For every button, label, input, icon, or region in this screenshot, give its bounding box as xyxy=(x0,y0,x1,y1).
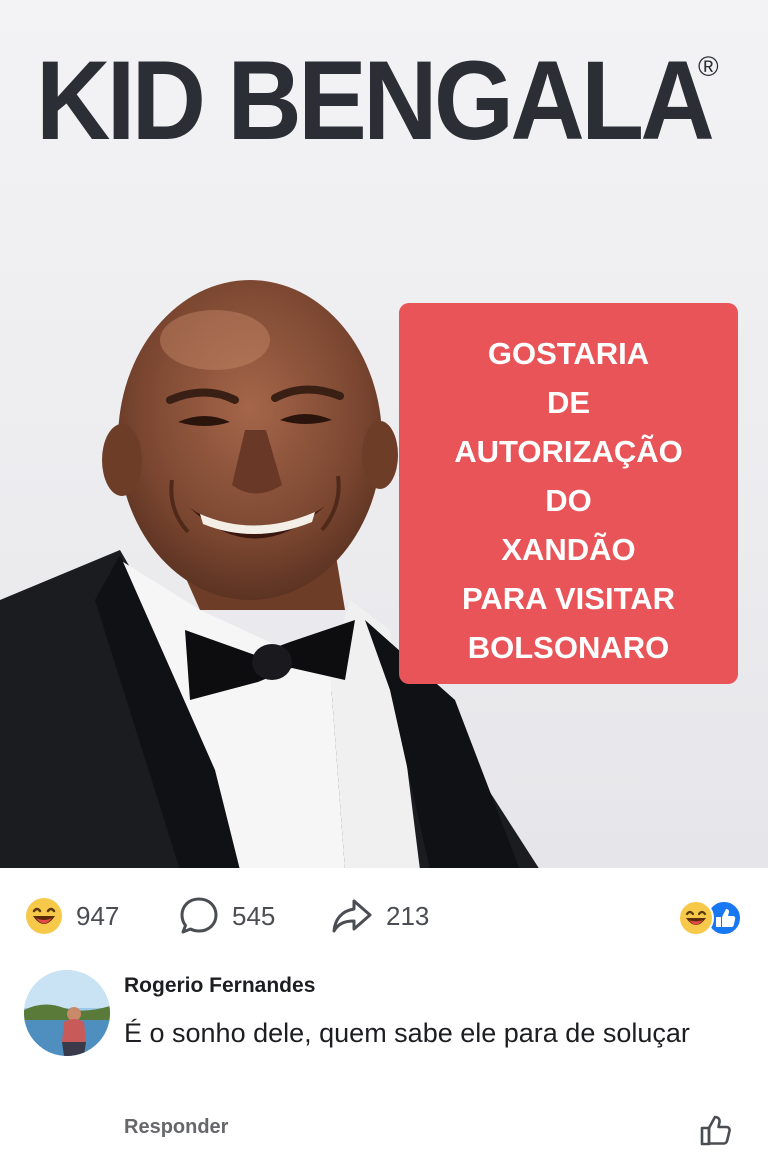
message-line: AUTORIZAÇÃO xyxy=(454,434,683,469)
reactions-count: 947 xyxy=(76,900,120,931)
comment-author[interactable]: Rogerio Fernandes xyxy=(124,974,315,998)
message-line: BOLSONARO xyxy=(467,630,670,665)
post-image[interactable]: KID BENGALA ® GOSTARIA DE AUTORIZAÇÃO DO… xyxy=(0,0,768,868)
reactions-button[interactable]: 947 xyxy=(24,892,119,940)
reply-link[interactable]: Responder xyxy=(124,1116,228,1139)
share-arrow-icon xyxy=(332,899,372,933)
message-line: PARA VISITAR xyxy=(462,581,675,616)
message-line: DE xyxy=(546,385,591,420)
post-stats-bar: 947 545 213 xyxy=(0,868,768,964)
haha-emoji-icon xyxy=(26,898,62,934)
reaction-icons xyxy=(678,900,742,936)
message-line: DO xyxy=(545,483,592,518)
comments-count: 545 xyxy=(232,900,276,931)
haha-reaction-icon xyxy=(678,900,714,936)
comment-text: É o sonho dele, quem sabe ele para de so… xyxy=(124,1018,690,1048)
comment-bubble-icon xyxy=(180,897,218,934)
reaction-types-cluster[interactable] xyxy=(670,898,750,938)
comments-button[interactable]: 545 xyxy=(178,892,275,940)
message-line: XANDÃO xyxy=(501,532,636,567)
message-line: GOSTARIA xyxy=(487,336,650,371)
commenter-avatar[interactable] xyxy=(24,970,110,1056)
avatar-photo xyxy=(24,970,110,1056)
shares-count: 213 xyxy=(386,900,430,931)
comment-like-button[interactable] xyxy=(696,1110,736,1150)
brand-title: KID BENGALA xyxy=(36,38,715,163)
thumbs-up-icon xyxy=(700,1115,731,1146)
shares-button[interactable]: 213 xyxy=(330,892,429,940)
registered-mark: ® xyxy=(698,51,719,82)
message-box: GOSTARIA DE AUTORIZAÇÃO DO XANDÃO PARA V… xyxy=(399,303,738,684)
